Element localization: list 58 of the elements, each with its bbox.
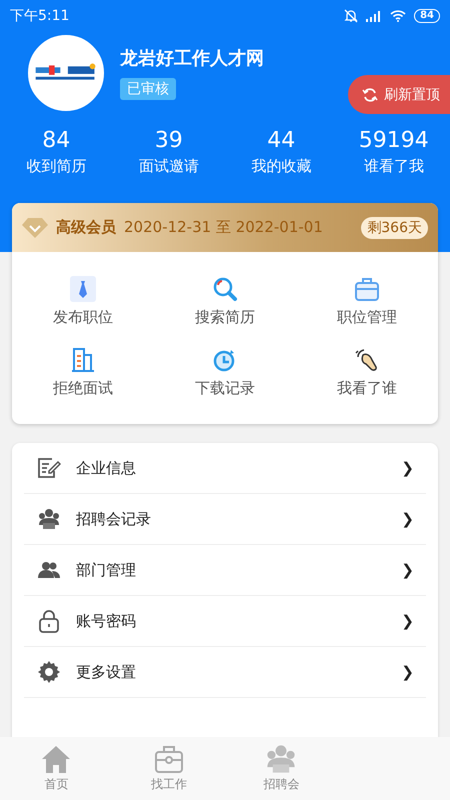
briefcase-icon (154, 744, 184, 774)
verified-badge: 已审核 (120, 78, 176, 100)
stat-label[interactable]: 收到简历 (26, 157, 86, 176)
edit-icon (37, 457, 61, 479)
bell-off-icon (344, 9, 358, 23)
menu-item[interactable]: 部门管理 ❯ (24, 545, 426, 596)
shortcut-item[interactable]: 职位管理 (296, 276, 438, 327)
briefcase-icon (354, 276, 380, 302)
battery-indicator: 84 (414, 9, 440, 23)
signal-icon (366, 10, 382, 22)
shortcut-item[interactable]: 发布职位 (12, 276, 154, 327)
wifi-icon (390, 10, 406, 22)
home-icon (41, 744, 72, 774)
diamond-icon (22, 218, 48, 238)
people-badge-icon (266, 744, 296, 774)
stat-label[interactable]: 谁看了我 (364, 157, 424, 176)
status-time: 下午5:11 (10, 7, 70, 25)
menu-item[interactable]: 招聘会记录 ❯ (24, 494, 426, 545)
stat-value[interactable]: 84 (42, 128, 70, 153)
membership-level: 高级会员 (56, 218, 116, 237)
people-badge-icon (38, 508, 60, 530)
shortcut-item[interactable]: 搜索简历 (154, 276, 296, 327)
shortcut-item[interactable]: 拒绝面试 (12, 347, 154, 398)
people-icon (38, 561, 60, 579)
menu-label: 部门管理 (76, 560, 137, 580)
lock-icon (38, 609, 60, 633)
refresh-icon (362, 86, 378, 102)
membership-period: 2020-12-31 至 2022-01-01 (124, 218, 324, 237)
company-name: 龙岩好工作人才网 (120, 47, 264, 70)
shortcut-item[interactable]: 我看了谁 (296, 347, 438, 398)
building-icon (70, 347, 96, 373)
shortcut-item[interactable]: 下载记录 (154, 347, 296, 398)
menu-item[interactable]: 更多设置 ❯ (24, 647, 426, 698)
menu-item[interactable]: 企业信息 ❯ (24, 443, 426, 494)
stat-label[interactable]: 面试邀请 (138, 157, 199, 176)
search-icon (212, 276, 238, 302)
days-remaining-badge: 剩366天 (361, 216, 428, 238)
tie-icon (70, 276, 96, 302)
chevron-icon: ❯ (401, 663, 414, 681)
chevron-icon: ❯ (401, 561, 414, 579)
settings-icon (37, 660, 61, 684)
chevron-icon: ❯ (401, 612, 414, 630)
tab-item[interactable]: 找工作 (112, 737, 225, 800)
menu-label: 招聘会记录 (76, 510, 152, 528)
menu-label: 更多设置 (76, 662, 137, 682)
menu-item[interactable]: 账号密码 ❯ (24, 596, 426, 647)
menu-label: 企业信息 (76, 458, 137, 478)
refresh-top-button[interactable]: 刷新置顶 (348, 75, 450, 114)
tab-item[interactable]: 招聘会 (225, 737, 338, 800)
menu-label: 账号密码 (76, 612, 137, 630)
tab-item[interactable]: 首页 (0, 737, 112, 800)
stat-value[interactable]: 44 (267, 128, 296, 153)
stat-value[interactable]: 59194 (358, 128, 429, 153)
chevron-icon: ❯ (401, 459, 414, 477)
stat-value[interactable]: 39 (154, 128, 183, 153)
hand-icon (354, 347, 380, 373)
chevron-icon: ❯ (401, 510, 414, 528)
stat-label[interactable]: 我的收藏 (251, 157, 312, 176)
